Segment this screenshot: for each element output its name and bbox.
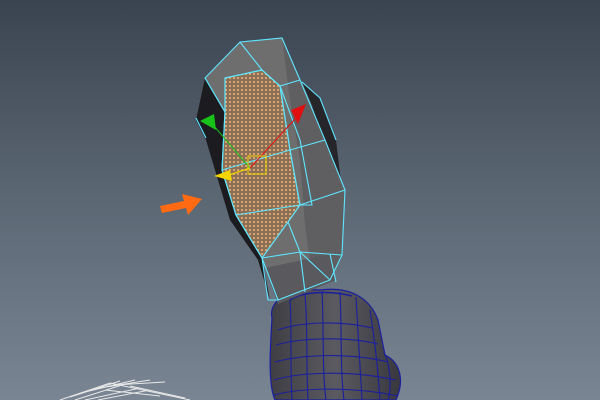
head-mesh[interactable]	[195, 37, 346, 304]
body-mesh[interactable]	[269, 288, 402, 400]
scene-canvas[interactable]	[0, 0, 600, 400]
3d-viewport[interactable]	[0, 0, 600, 400]
orange-arrow-icon	[160, 194, 202, 215]
ground-grid	[59, 379, 191, 400]
